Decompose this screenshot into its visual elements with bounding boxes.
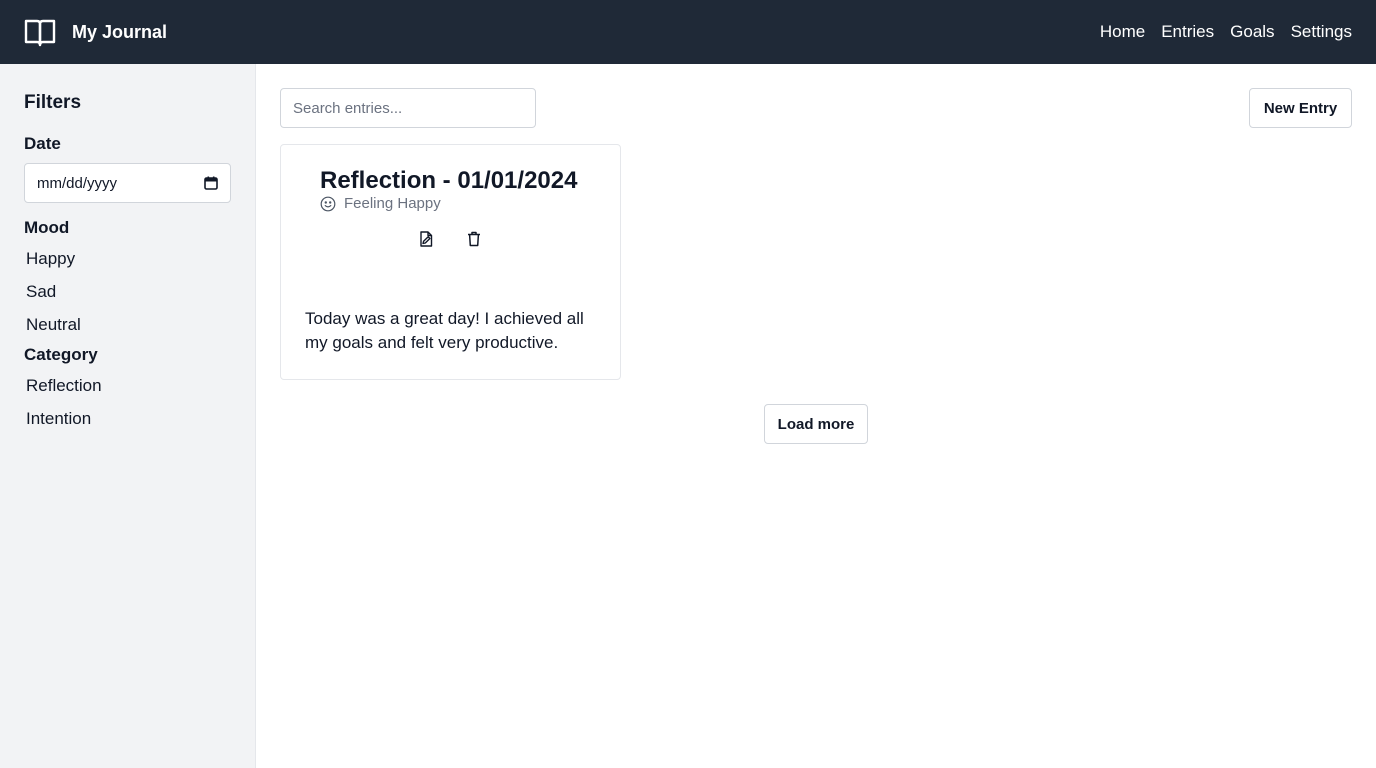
top-navbar: My Journal Home Entries Goals Settings — [0, 0, 1376, 64]
category-option-reflection[interactable]: Reflection — [24, 369, 231, 402]
entry-title: Reflection - 01/01/2024 — [320, 167, 578, 194]
main-nav: Home Entries Goals Settings — [1084, 22, 1352, 42]
nav-link-settings[interactable]: Settings — [1291, 22, 1352, 42]
mood-filter-label: Mood — [24, 218, 70, 237]
nav-link-entries[interactable]: Entries — [1161, 22, 1214, 42]
entry-body: Today was a great day! I achieved all my… — [305, 309, 584, 352]
nav-link-goals[interactable]: Goals — [1230, 22, 1274, 42]
entry-mood-label: Feeling Happy — [344, 195, 441, 212]
date-filter-value: mm/dd/yyyy — [37, 174, 118, 192]
entry-actions — [417, 230, 513, 248]
date-filter-label: Date — [24, 134, 61, 153]
nav-link-home[interactable]: Home — [1100, 22, 1145, 42]
edit-icon[interactable] — [417, 230, 435, 248]
open-book-icon — [24, 16, 56, 48]
calendar-icon[interactable] — [204, 176, 218, 190]
category-filter-label: Category — [24, 345, 98, 364]
category-option-intention[interactable]: Intention — [24, 402, 231, 435]
mood-option-happy[interactable]: Happy — [24, 242, 231, 275]
filters-sidebar: Filters Date mm/dd/yyyy Mood Happy Sad N… — [0, 64, 256, 768]
entries-main: New Entry Reflection - 01/01/2024 Feelin… — [256, 64, 1376, 768]
entry-mood: Feeling Happy — [320, 195, 441, 212]
filters-heading: Filters — [24, 92, 82, 113]
mood-option-neutral[interactable]: Neutral — [24, 308, 231, 341]
brand[interactable]: My Journal — [24, 16, 167, 48]
trash-icon[interactable] — [465, 230, 483, 248]
journal-entry-card: Reflection - 01/01/2024 Feeling Happy To… — [280, 144, 621, 380]
search-input[interactable] — [280, 88, 536, 128]
new-entry-button[interactable]: New Entry — [1249, 88, 1352, 128]
date-filter-input[interactable]: mm/dd/yyyy — [24, 163, 231, 203]
smile-icon — [320, 196, 336, 212]
load-more-button[interactable]: Load more — [764, 404, 868, 444]
app-title: My Journal — [72, 21, 168, 42]
mood-option-sad[interactable]: Sad — [24, 275, 231, 308]
